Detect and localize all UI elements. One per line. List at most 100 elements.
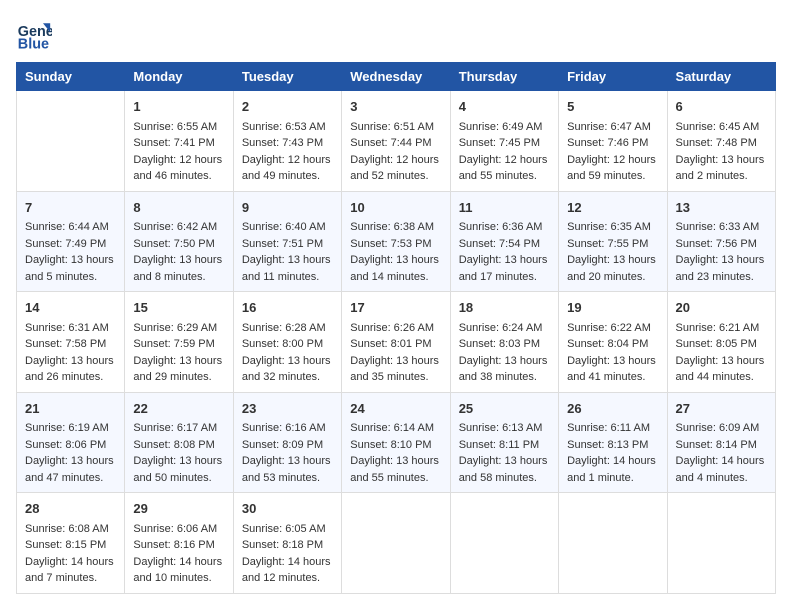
- calendar-cell: 26Sunrise: 6:11 AMSunset: 8:13 PMDayligh…: [559, 392, 667, 493]
- cell-content: Sunrise: 6:33 AMSunset: 7:56 PMDaylight:…: [676, 219, 767, 285]
- day-number: 27: [676, 399, 767, 419]
- cell-content: Sunrise: 6:17 AMSunset: 8:08 PMDaylight:…: [133, 420, 224, 486]
- calendar-cell: 30Sunrise: 6:05 AMSunset: 8:18 PMDayligh…: [233, 493, 341, 594]
- cell-content: Sunrise: 6:13 AMSunset: 8:11 PMDaylight:…: [459, 420, 550, 486]
- cell-content: Sunrise: 6:49 AMSunset: 7:45 PMDaylight:…: [459, 119, 550, 185]
- logo: General Blue: [16, 16, 56, 52]
- calendar-cell: 16Sunrise: 6:28 AMSunset: 8:00 PMDayligh…: [233, 292, 341, 393]
- cell-content: Sunrise: 6:36 AMSunset: 7:54 PMDaylight:…: [459, 219, 550, 285]
- cell-content: Sunrise: 6:05 AMSunset: 8:18 PMDaylight:…: [242, 521, 333, 587]
- header-cell-sunday: Sunday: [17, 63, 125, 91]
- week-row-5: 28Sunrise: 6:08 AMSunset: 8:15 PMDayligh…: [17, 493, 776, 594]
- cell-content: Sunrise: 6:45 AMSunset: 7:48 PMDaylight:…: [676, 119, 767, 185]
- header-cell-friday: Friday: [559, 63, 667, 91]
- day-number: 21: [25, 399, 116, 419]
- calendar-cell: 14Sunrise: 6:31 AMSunset: 7:58 PMDayligh…: [17, 292, 125, 393]
- day-number: 24: [350, 399, 441, 419]
- calendar-cell: 5Sunrise: 6:47 AMSunset: 7:46 PMDaylight…: [559, 91, 667, 192]
- calendar-cell: [342, 493, 450, 594]
- calendar-cell: 21Sunrise: 6:19 AMSunset: 8:06 PMDayligh…: [17, 392, 125, 493]
- calendar-cell: [17, 91, 125, 192]
- cell-content: Sunrise: 6:28 AMSunset: 8:00 PMDaylight:…: [242, 320, 333, 386]
- calendar-cell: 2Sunrise: 6:53 AMSunset: 7:43 PMDaylight…: [233, 91, 341, 192]
- day-number: 14: [25, 298, 116, 318]
- cell-content: Sunrise: 6:09 AMSunset: 8:14 PMDaylight:…: [676, 420, 767, 486]
- calendar-cell: 8Sunrise: 6:42 AMSunset: 7:50 PMDaylight…: [125, 191, 233, 292]
- day-number: 8: [133, 198, 224, 218]
- week-row-4: 21Sunrise: 6:19 AMSunset: 8:06 PMDayligh…: [17, 392, 776, 493]
- cell-content: Sunrise: 6:21 AMSunset: 8:05 PMDaylight:…: [676, 320, 767, 386]
- day-number: 22: [133, 399, 224, 419]
- day-number: 9: [242, 198, 333, 218]
- cell-content: Sunrise: 6:26 AMSunset: 8:01 PMDaylight:…: [350, 320, 441, 386]
- header-row: SundayMondayTuesdayWednesdayThursdayFrid…: [17, 63, 776, 91]
- calendar-cell: 10Sunrise: 6:38 AMSunset: 7:53 PMDayligh…: [342, 191, 450, 292]
- calendar-cell: 29Sunrise: 6:06 AMSunset: 8:16 PMDayligh…: [125, 493, 233, 594]
- header-cell-wednesday: Wednesday: [342, 63, 450, 91]
- week-row-1: 1Sunrise: 6:55 AMSunset: 7:41 PMDaylight…: [17, 91, 776, 192]
- day-number: 18: [459, 298, 550, 318]
- day-number: 3: [350, 97, 441, 117]
- calendar-cell: 13Sunrise: 6:33 AMSunset: 7:56 PMDayligh…: [667, 191, 775, 292]
- cell-content: Sunrise: 6:08 AMSunset: 8:15 PMDaylight:…: [25, 521, 116, 587]
- calendar-cell: 23Sunrise: 6:16 AMSunset: 8:09 PMDayligh…: [233, 392, 341, 493]
- calendar-cell: 9Sunrise: 6:40 AMSunset: 7:51 PMDaylight…: [233, 191, 341, 292]
- day-number: 2: [242, 97, 333, 117]
- calendar-cell: 3Sunrise: 6:51 AMSunset: 7:44 PMDaylight…: [342, 91, 450, 192]
- cell-content: Sunrise: 6:22 AMSunset: 8:04 PMDaylight:…: [567, 320, 658, 386]
- calendar-cell: 18Sunrise: 6:24 AMSunset: 8:03 PMDayligh…: [450, 292, 558, 393]
- day-number: 1: [133, 97, 224, 117]
- header-cell-tuesday: Tuesday: [233, 63, 341, 91]
- calendar-cell: [450, 493, 558, 594]
- cell-content: Sunrise: 6:42 AMSunset: 7:50 PMDaylight:…: [133, 219, 224, 285]
- cell-content: Sunrise: 6:35 AMSunset: 7:55 PMDaylight:…: [567, 219, 658, 285]
- calendar-cell: 11Sunrise: 6:36 AMSunset: 7:54 PMDayligh…: [450, 191, 558, 292]
- cell-content: Sunrise: 6:14 AMSunset: 8:10 PMDaylight:…: [350, 420, 441, 486]
- header-cell-thursday: Thursday: [450, 63, 558, 91]
- cell-content: Sunrise: 6:31 AMSunset: 7:58 PMDaylight:…: [25, 320, 116, 386]
- calendar-cell: 19Sunrise: 6:22 AMSunset: 8:04 PMDayligh…: [559, 292, 667, 393]
- week-row-3: 14Sunrise: 6:31 AMSunset: 7:58 PMDayligh…: [17, 292, 776, 393]
- logo-icon: General Blue: [16, 16, 52, 52]
- calendar-cell: 25Sunrise: 6:13 AMSunset: 8:11 PMDayligh…: [450, 392, 558, 493]
- day-number: 29: [133, 499, 224, 519]
- cell-content: Sunrise: 6:29 AMSunset: 7:59 PMDaylight:…: [133, 320, 224, 386]
- cell-content: Sunrise: 6:53 AMSunset: 7:43 PMDaylight:…: [242, 119, 333, 185]
- day-number: 17: [350, 298, 441, 318]
- calendar-cell: 4Sunrise: 6:49 AMSunset: 7:45 PMDaylight…: [450, 91, 558, 192]
- cell-content: Sunrise: 6:44 AMSunset: 7:49 PMDaylight:…: [25, 219, 116, 285]
- cell-content: Sunrise: 6:06 AMSunset: 8:16 PMDaylight:…: [133, 521, 224, 587]
- cell-content: Sunrise: 6:24 AMSunset: 8:03 PMDaylight:…: [459, 320, 550, 386]
- week-row-2: 7Sunrise: 6:44 AMSunset: 7:49 PMDaylight…: [17, 191, 776, 292]
- day-number: 12: [567, 198, 658, 218]
- day-number: 13: [676, 198, 767, 218]
- calendar-cell: 1Sunrise: 6:55 AMSunset: 7:41 PMDaylight…: [125, 91, 233, 192]
- day-number: 11: [459, 198, 550, 218]
- calendar-cell: 17Sunrise: 6:26 AMSunset: 8:01 PMDayligh…: [342, 292, 450, 393]
- cell-content: Sunrise: 6:38 AMSunset: 7:53 PMDaylight:…: [350, 219, 441, 285]
- calendar-cell: 15Sunrise: 6:29 AMSunset: 7:59 PMDayligh…: [125, 292, 233, 393]
- day-number: 26: [567, 399, 658, 419]
- calendar-cell: 28Sunrise: 6:08 AMSunset: 8:15 PMDayligh…: [17, 493, 125, 594]
- cell-content: Sunrise: 6:40 AMSunset: 7:51 PMDaylight:…: [242, 219, 333, 285]
- cell-content: Sunrise: 6:51 AMSunset: 7:44 PMDaylight:…: [350, 119, 441, 185]
- day-number: 28: [25, 499, 116, 519]
- calendar-cell: 22Sunrise: 6:17 AMSunset: 8:08 PMDayligh…: [125, 392, 233, 493]
- day-number: 19: [567, 298, 658, 318]
- day-number: 20: [676, 298, 767, 318]
- day-number: 23: [242, 399, 333, 419]
- day-number: 5: [567, 97, 658, 117]
- calendar-cell: 7Sunrise: 6:44 AMSunset: 7:49 PMDaylight…: [17, 191, 125, 292]
- day-number: 30: [242, 499, 333, 519]
- calendar-cell: 12Sunrise: 6:35 AMSunset: 7:55 PMDayligh…: [559, 191, 667, 292]
- calendar-cell: 6Sunrise: 6:45 AMSunset: 7:48 PMDaylight…: [667, 91, 775, 192]
- cell-content: Sunrise: 6:47 AMSunset: 7:46 PMDaylight:…: [567, 119, 658, 185]
- calendar-header: SundayMondayTuesdayWednesdayThursdayFrid…: [17, 63, 776, 91]
- day-number: 4: [459, 97, 550, 117]
- calendar-cell: 24Sunrise: 6:14 AMSunset: 8:10 PMDayligh…: [342, 392, 450, 493]
- day-number: 7: [25, 198, 116, 218]
- header-cell-monday: Monday: [125, 63, 233, 91]
- calendar-table: SundayMondayTuesdayWednesdayThursdayFrid…: [16, 62, 776, 594]
- calendar-cell: 20Sunrise: 6:21 AMSunset: 8:05 PMDayligh…: [667, 292, 775, 393]
- day-number: 6: [676, 97, 767, 117]
